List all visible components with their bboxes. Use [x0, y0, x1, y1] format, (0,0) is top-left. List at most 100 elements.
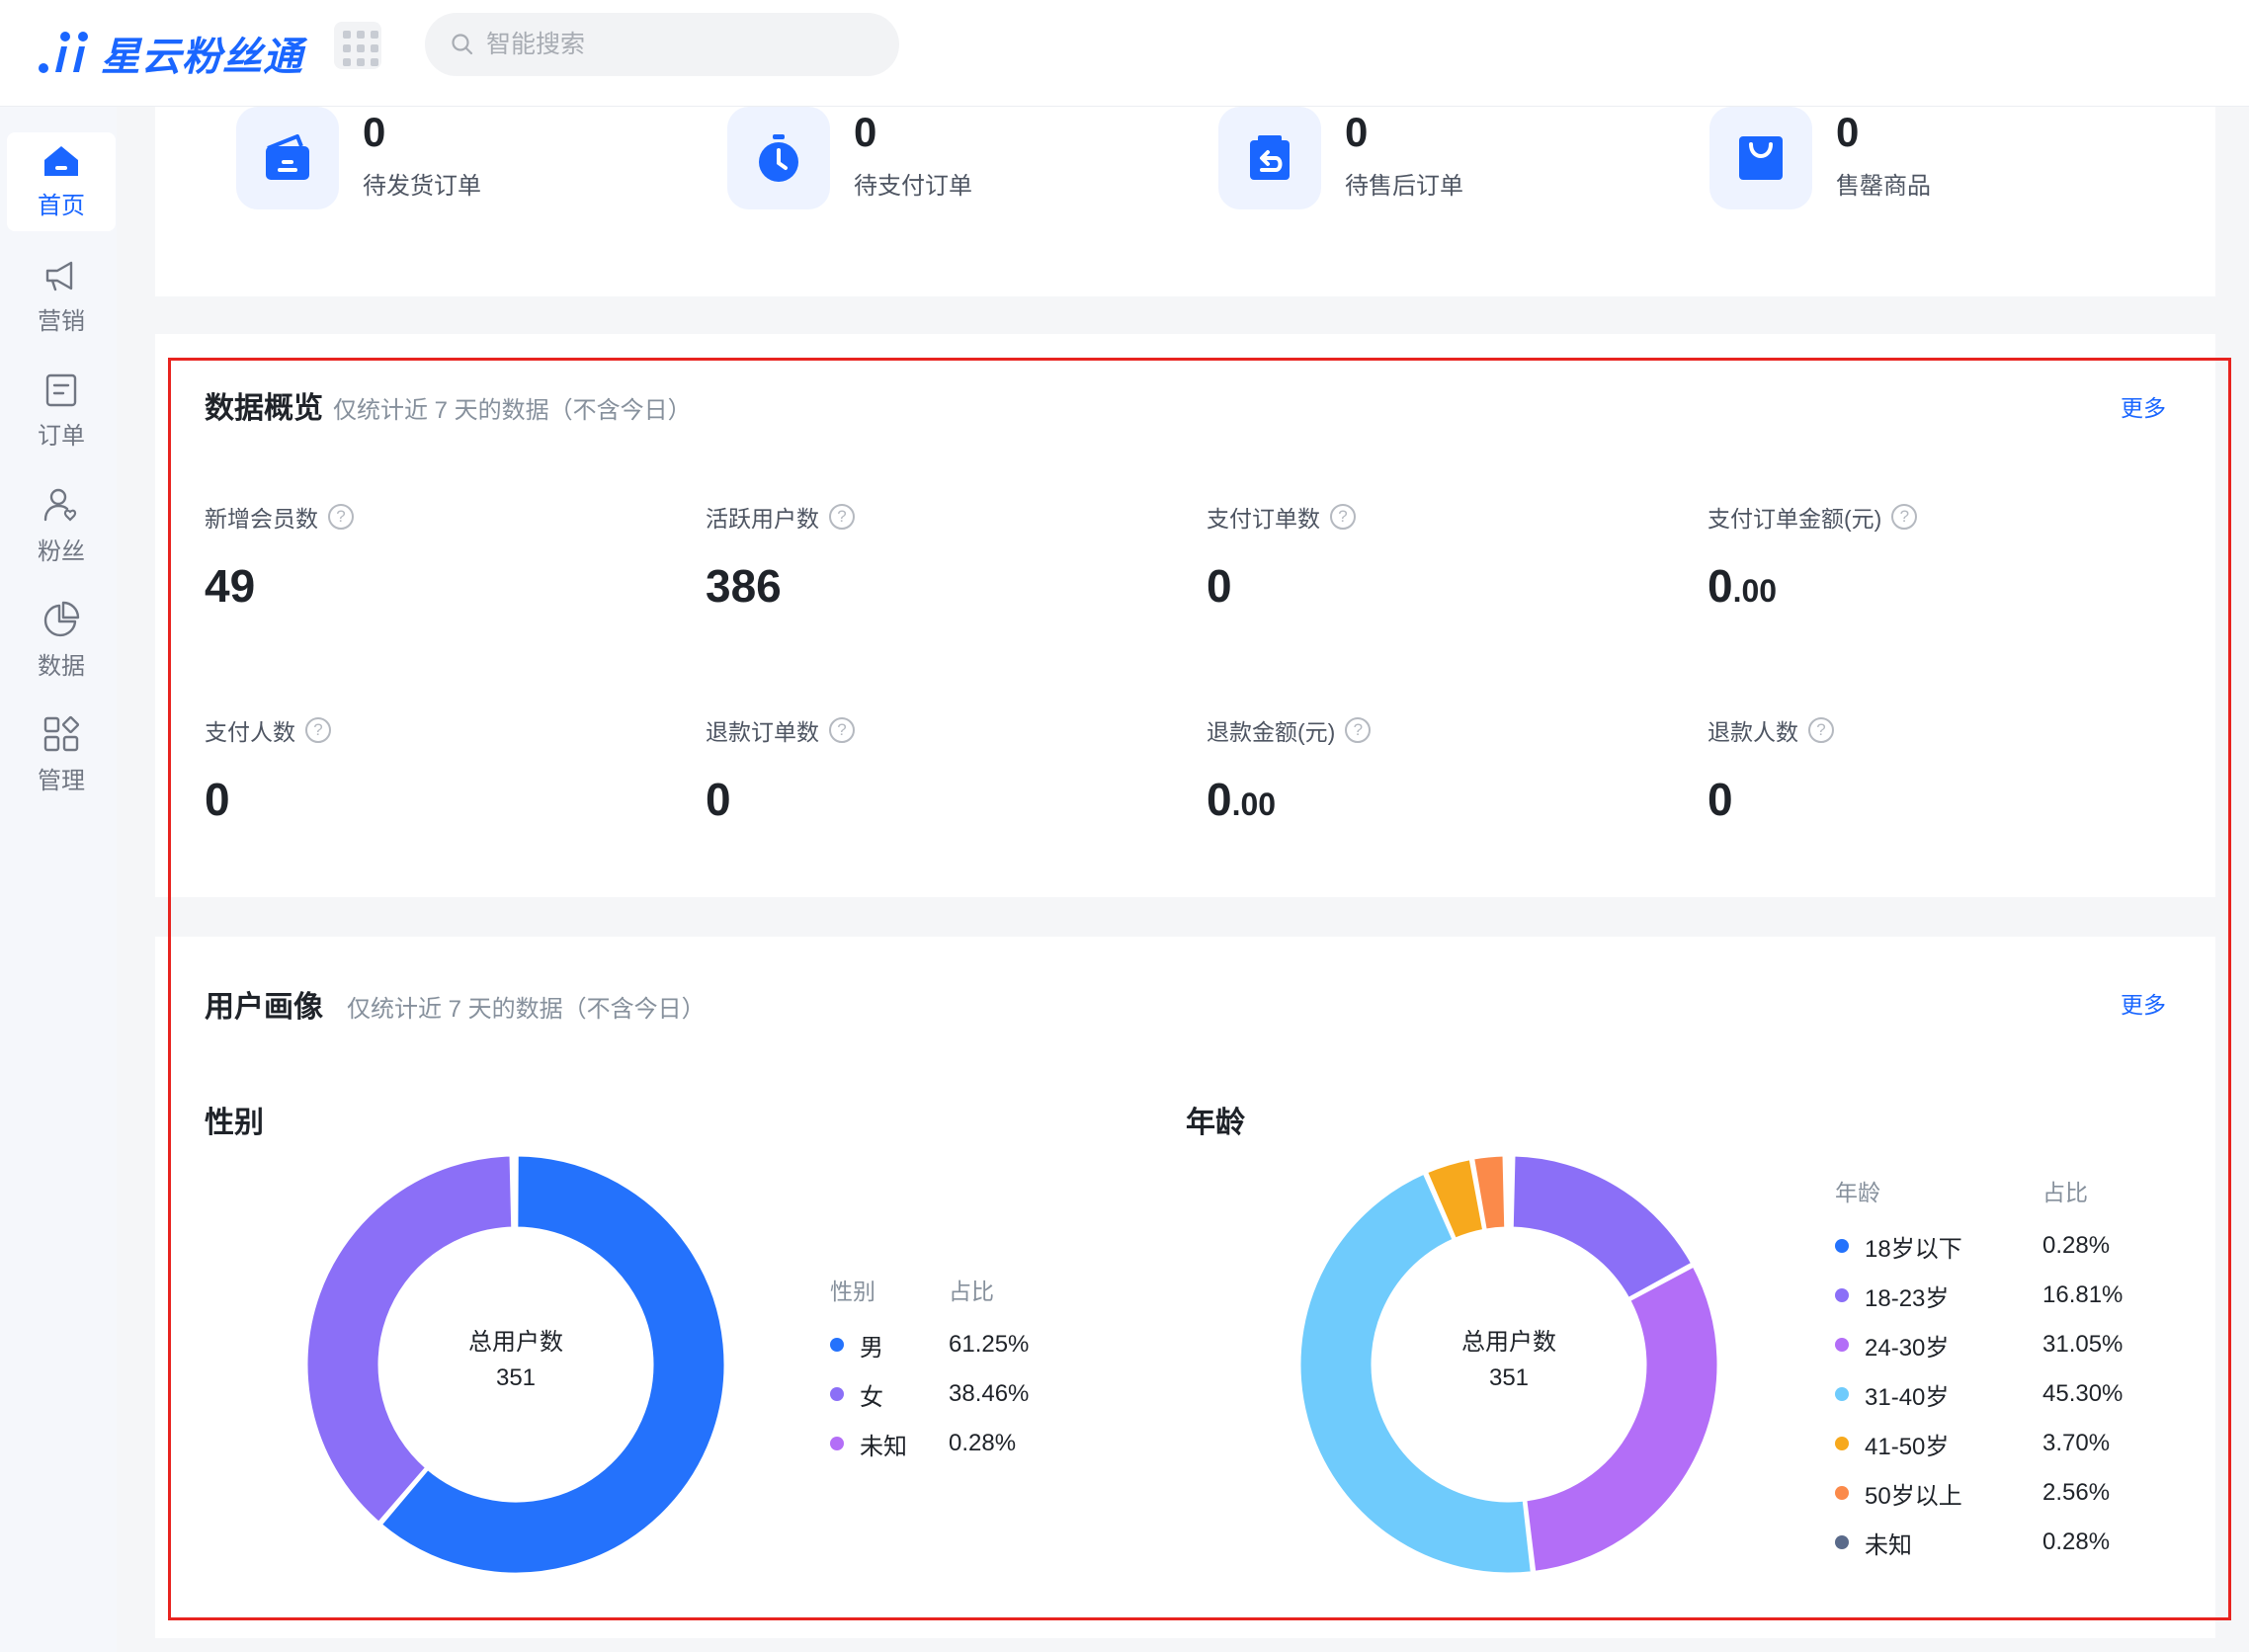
- help-icon[interactable]: ?: [1891, 504, 1918, 530]
- legend-dot: [830, 1437, 844, 1450]
- legend-name: 未知: [860, 1433, 907, 1460]
- apps-grid-icon[interactable]: [334, 22, 381, 69]
- logo[interactable]: 星云粉丝通: [36, 22, 303, 85]
- metric-card: 活跃用户数? 386: [706, 500, 1160, 613]
- legend-name: 31-40岁: [1865, 1383, 1950, 1411]
- metric-value: 0.00: [1708, 560, 1778, 612]
- legend-name: 50岁以上: [1865, 1482, 1962, 1510]
- order-icon: [45, 373, 77, 406]
- legend-pct: 45.30%: [2042, 1380, 2124, 1407]
- legend-pct: 0.28%: [2042, 1528, 2111, 1555]
- stopwatch-icon: [727, 107, 830, 209]
- age-section-title: 年龄: [1186, 1107, 1245, 1139]
- metric-card: 支付人数? 0: [205, 713, 659, 826]
- legend-item: 未知 0.28%: [830, 1419, 1029, 1468]
- age-slice-6[interactable]: [1505, 1153, 1510, 1230]
- grid-manage-icon: [43, 715, 80, 751]
- legend-name: 41-50岁: [1865, 1433, 1950, 1460]
- help-icon[interactable]: ?: [305, 717, 331, 743]
- sidebar-item-orders[interactable]: 订单: [7, 362, 116, 460]
- help-icon[interactable]: ?: [1345, 717, 1372, 743]
- age-slice-1[interactable]: [1510, 1153, 1695, 1301]
- pie-chart-icon: [43, 601, 80, 636]
- legend-pct: 2.56%: [2042, 1479, 2111, 1506]
- legend-item: 18岁以下 0.28%: [1835, 1221, 2123, 1271]
- sidebar: 首页 营销 订单 粉丝 数据 管理: [0, 107, 117, 1652]
- sidebar-item-marketing[interactable]: 营销: [7, 247, 116, 346]
- stat-value: 0: [363, 109, 386, 155]
- shopping-bag-icon: [1709, 107, 1812, 209]
- metric-card: 退款订单数? 0: [706, 713, 1160, 826]
- megaphone-icon: [45, 261, 73, 290]
- legend-dot: [830, 1338, 844, 1352]
- help-icon[interactable]: ?: [328, 504, 354, 530]
- metric-value: 0: [205, 774, 230, 825]
- overview-title: 数据概览 仅统计近 7 天的数据（不含今日）: [205, 392, 692, 425]
- metric-label: 退款订单数?: [706, 713, 1160, 747]
- legend-header-pct: 占比: [2042, 1180, 2088, 1205]
- stat-label: 待售后订单: [1345, 173, 1463, 200]
- search-icon: [452, 34, 473, 55]
- metric-label: 退款金额(元)?: [1207, 713, 1661, 747]
- legend-item: 18-23岁 16.81%: [1835, 1271, 2123, 1320]
- legend-item: 24-30岁 31.05%: [1835, 1320, 2123, 1369]
- help-icon[interactable]: ?: [829, 504, 855, 530]
- stat-value: 0: [854, 109, 877, 155]
- metric-value: 0: [1207, 560, 1232, 612]
- portrait-more-link[interactable]: 更多: [2121, 986, 2166, 1020]
- legend-header-name: 性别: [830, 1279, 875, 1304]
- metric-label: 退款人数?: [1708, 713, 2162, 747]
- legend-pct: 3.70%: [2042, 1430, 2111, 1456]
- help-icon[interactable]: ?: [1808, 717, 1834, 743]
- donut-center-value: 351: [1488, 1364, 1530, 1391]
- data-overview-card: 数据概览 仅统计近 7 天的数据（不含今日） 更多 新增会员数? 49 活跃用户数? 3…: [155, 334, 2215, 897]
- metric-label: 活跃用户数?: [706, 500, 1160, 534]
- legend-name: 18岁以下: [1865, 1235, 1962, 1263]
- sidebar-item-fans[interactable]: 粉丝: [7, 476, 116, 575]
- legend-pct: 61.25%: [949, 1331, 1030, 1358]
- legend-item: 31-40岁 45.30%: [1835, 1369, 2123, 1419]
- legend-header: 性别 占比: [830, 1273, 1029, 1306]
- portrait-subtitle: 仅统计近 7 天的数据（不含今日）: [347, 996, 706, 1023]
- legend-item: 未知 0.28%: [1835, 1518, 2123, 1567]
- stat-pending-shipment[interactable]: 0 待发货订单: [236, 107, 481, 209]
- legend-name: 女: [860, 1383, 883, 1411]
- sidebar-item-home[interactable]: 首页: [7, 132, 116, 231]
- legend-dot: [1835, 1288, 1849, 1302]
- metric-label: 支付人数?: [205, 713, 659, 747]
- search-input[interactable]: [486, 30, 862, 59]
- metric-value: 0: [1708, 774, 1733, 825]
- sidebar-item-data[interactable]: 数据: [7, 591, 116, 690]
- donut-center-value: 351: [495, 1364, 537, 1391]
- overview-more-link[interactable]: 更多: [2121, 389, 2166, 423]
- stat-pending-aftersale[interactable]: 0 待售后订单: [1218, 107, 1463, 209]
- age-slice-2[interactable]: [1524, 1264, 1720, 1575]
- stat-value: 0: [1345, 109, 1369, 155]
- legend-dot: [830, 1387, 844, 1401]
- help-icon[interactable]: ?: [829, 717, 855, 743]
- legend-pct: 0.28%: [949, 1430, 1017, 1456]
- home-icon: [44, 145, 78, 176]
- stat-sold-out[interactable]: 0 售罄商品: [1709, 107, 1931, 209]
- legend-header-pct: 占比: [949, 1279, 994, 1304]
- legend-dot: [1835, 1437, 1849, 1450]
- overview-subtitle: 仅统计近 7 天的数据（不含今日）: [333, 397, 692, 424]
- gender-slice-2[interactable]: [512, 1153, 517, 1230]
- stat-label: 待支付订单: [854, 173, 972, 200]
- user-portrait-card: 用户画像 仅统计近 7 天的数据（不含今日） 更多 性别 年龄 总用户数 351 …: [155, 937, 2215, 1638]
- stat-pending-payment[interactable]: 0 待支付订单: [727, 107, 972, 209]
- pending-stats-card: 0 待发货订单 0 待支付订单 0 待售后订单 0 售罄商品: [155, 107, 2215, 296]
- search-box[interactable]: [425, 13, 899, 76]
- metric-value: 49: [205, 560, 256, 612]
- age-donut-center: 总用户数 351: [1410, 1325, 1608, 1396]
- legend-name: 男: [860, 1334, 883, 1362]
- sidebar-item-manage[interactable]: 管理: [7, 705, 116, 804]
- legend-pct: 38.46%: [949, 1380, 1030, 1407]
- legend-dot: [1835, 1486, 1849, 1500]
- gender-section-title: 性别: [205, 1107, 264, 1139]
- help-icon[interactable]: ?: [1330, 504, 1356, 530]
- legend-pct: 16.81%: [2042, 1281, 2124, 1308]
- metric-card: 退款金额(元)? 0.00: [1207, 713, 1661, 826]
- metric-card: 支付订单金额(元)? 0.00: [1708, 500, 2162, 613]
- legend-item: 女 38.46%: [830, 1369, 1029, 1419]
